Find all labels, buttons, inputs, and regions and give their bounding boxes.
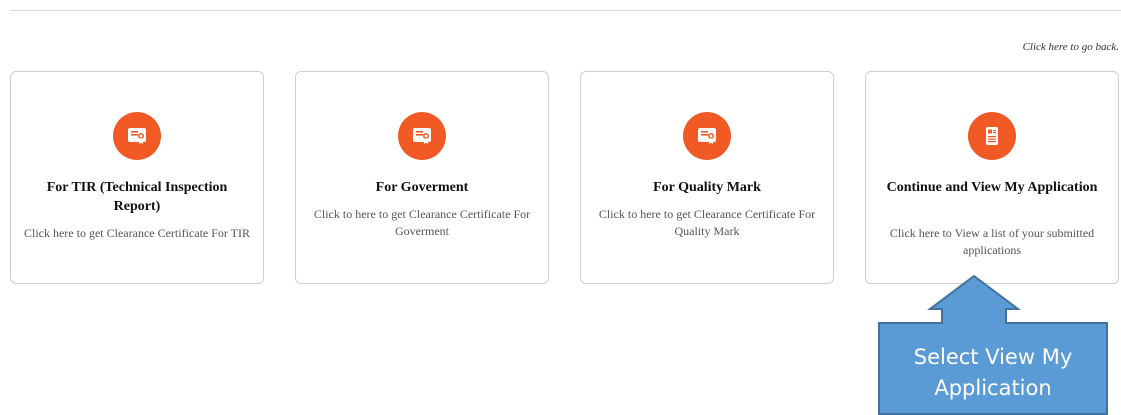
page: Click here to go back. For TIR (Technica… xyxy=(0,0,1121,415)
callout-line: Select View My xyxy=(913,345,1073,369)
callout-arrow: Select View My Application xyxy=(878,274,1108,415)
card-description: Click here to get Clearance Certificate … xyxy=(23,226,251,240)
top-divider xyxy=(10,10,1121,11)
certificate-icon xyxy=(683,112,731,160)
card-quality-mark[interactable]: For Quality Mark Click to here to get Cl… xyxy=(580,71,834,284)
card-view-application[interactable]: Continue and View My Application Click h… xyxy=(865,71,1119,284)
card-description: Click here to View a list of your submit… xyxy=(889,226,1095,257)
certificate-icon xyxy=(113,112,161,160)
card-tir[interactable]: For TIR (Technical Inspection Report) Cl… xyxy=(10,71,264,284)
callout-line: Application xyxy=(934,376,1052,400)
card-description: Click to here to get Clearance Certifica… xyxy=(598,207,816,238)
card-title: Continue and View My Application xyxy=(886,180,1098,195)
card-government[interactable]: For Goverment Click to here to get Clear… xyxy=(295,71,549,284)
callout-text: Select View My Application xyxy=(878,342,1108,404)
application-document-icon xyxy=(968,112,1016,160)
back-link[interactable]: Click here to go back. xyxy=(1023,41,1119,53)
card-title: For Quality Mark xyxy=(653,180,761,195)
certificate-icon xyxy=(398,112,446,160)
card-title: For Goverment xyxy=(375,180,469,195)
card-description: Click to here to get Clearance Certifica… xyxy=(313,207,531,238)
card-title: For TIR (Technical Inspection Report) xyxy=(46,180,228,214)
